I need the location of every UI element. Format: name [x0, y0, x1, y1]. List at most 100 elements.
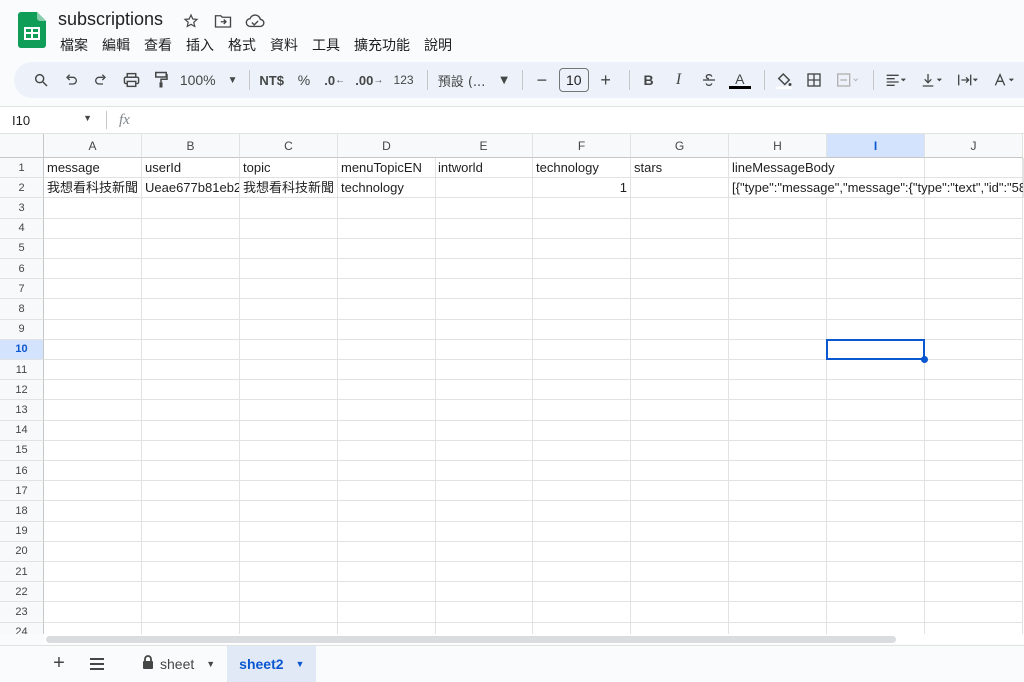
cell-i13[interactable]: [827, 400, 925, 421]
cell-b9[interactable]: [142, 319, 240, 340]
cell-j5[interactable]: [925, 238, 1023, 259]
row-header-19[interactable]: 19: [0, 521, 44, 542]
add-sheet-button[interactable]: +: [46, 651, 72, 677]
menu-file[interactable]: 檔案: [60, 35, 88, 55]
row-header-12[interactable]: 12: [0, 380, 44, 401]
cell-d20[interactable]: [338, 541, 436, 562]
cell-h13[interactable]: [729, 400, 827, 421]
row-header-8[interactable]: 8: [0, 299, 44, 320]
cell-g4[interactable]: [631, 218, 729, 239]
cell-b5[interactable]: [142, 238, 240, 259]
cell-g9[interactable]: [631, 319, 729, 340]
cell-e1[interactable]: intworld: [435, 158, 533, 179]
row-header-17[interactable]: 17: [0, 481, 44, 502]
vertical-align-icon[interactable]: [916, 66, 948, 94]
cell-d18[interactable]: [338, 501, 436, 522]
menu-format[interactable]: 格式: [228, 35, 256, 55]
cell-c17[interactable]: [240, 481, 338, 502]
cell-i21[interactable]: [827, 562, 925, 583]
undo-icon[interactable]: [58, 66, 84, 94]
cell-a6[interactable]: [44, 259, 142, 280]
cell-h15[interactable]: [729, 440, 827, 461]
cell-b11[interactable]: [142, 360, 240, 381]
cell-h9[interactable]: [729, 319, 827, 340]
menu-help[interactable]: 說明: [424, 35, 452, 55]
cell-j9[interactable]: [925, 319, 1023, 340]
cell-j19[interactable]: [925, 521, 1023, 542]
cell-b19[interactable]: [142, 521, 240, 542]
cell-g3[interactable]: [631, 198, 729, 219]
cell-d14[interactable]: [338, 420, 436, 441]
cell-e15[interactable]: [435, 440, 533, 461]
cell-i22[interactable]: [827, 582, 925, 603]
cell-i6[interactable]: [827, 259, 925, 280]
cell-d23[interactable]: [338, 602, 436, 623]
sheet-tab-sheet2[interactable]: sheet2 ▼: [227, 645, 317, 682]
cell-j24[interactable]: [925, 622, 1023, 634]
cell-b20[interactable]: [142, 541, 240, 562]
cell-d15[interactable]: [338, 440, 436, 461]
cell-c5[interactable]: [240, 238, 338, 259]
cell-a11[interactable]: [44, 360, 142, 381]
cell-e11[interactable]: [435, 360, 533, 381]
cell-f17[interactable]: [533, 481, 631, 502]
currency-format-button[interactable]: NT$: [256, 66, 287, 94]
cell-e4[interactable]: [435, 218, 533, 239]
text-rotation-icon[interactable]: [988, 66, 1020, 94]
cell-c8[interactable]: [240, 299, 338, 320]
paint-format-icon[interactable]: [148, 66, 174, 94]
row-header-24[interactable]: 24: [0, 622, 44, 634]
cell-d1[interactable]: menuTopicEN: [338, 158, 436, 179]
cell-e13[interactable]: [435, 400, 533, 421]
increase-decimal-button[interactable]: .00 →: [352, 66, 386, 94]
cell-a15[interactable]: [44, 440, 142, 461]
cell-g5[interactable]: [631, 238, 729, 259]
cell-h17[interactable]: [729, 481, 827, 502]
row-header-9[interactable]: 9: [0, 319, 44, 340]
cell-h6[interactable]: [729, 259, 827, 280]
cell-a4[interactable]: [44, 218, 142, 239]
cell-c21[interactable]: [240, 562, 338, 583]
cell-i18[interactable]: [827, 501, 925, 522]
row-header-16[interactable]: 16: [0, 461, 44, 482]
cell-i11[interactable]: [827, 360, 925, 381]
cell-c19[interactable]: [240, 521, 338, 542]
cell-h5[interactable]: [729, 238, 827, 259]
cell-e8[interactable]: [435, 299, 533, 320]
column-header-a[interactable]: A: [44, 134, 142, 158]
cell-f3[interactable]: [533, 198, 631, 219]
cell-d13[interactable]: [338, 400, 436, 421]
cell-g15[interactable]: [631, 440, 729, 461]
column-header-h[interactable]: H: [729, 134, 827, 158]
cell-j17[interactable]: [925, 481, 1023, 502]
cell-a16[interactable]: [44, 461, 142, 482]
cell-i20[interactable]: [827, 541, 925, 562]
row-header-14[interactable]: 14: [0, 420, 44, 441]
cell-a19[interactable]: [44, 521, 142, 542]
cell-c16[interactable]: [240, 461, 338, 482]
cell-j18[interactable]: [925, 501, 1023, 522]
cell-g21[interactable]: [631, 562, 729, 583]
row-header-13[interactable]: 13: [0, 400, 44, 421]
cell-d4[interactable]: [338, 218, 436, 239]
column-header-j[interactable]: J: [925, 134, 1023, 158]
cell-f18[interactable]: [533, 501, 631, 522]
menu-insert[interactable]: 插入: [186, 35, 214, 55]
cell-j8[interactable]: [925, 299, 1023, 320]
cell-a23[interactable]: [44, 602, 142, 623]
cell-e12[interactable]: [435, 380, 533, 401]
cell-j3[interactable]: [925, 198, 1023, 219]
cell-j20[interactable]: [925, 541, 1023, 562]
document-title[interactable]: subscriptions: [58, 9, 163, 30]
cell-f10[interactable]: [533, 339, 631, 360]
cell-h24[interactable]: [729, 622, 827, 634]
cell-e20[interactable]: [435, 541, 533, 562]
cell-h22[interactable]: [729, 582, 827, 603]
borders-icon[interactable]: [801, 66, 827, 94]
cell-g16[interactable]: [631, 461, 729, 482]
cell-c10[interactable]: [240, 339, 338, 360]
cell-j22[interactable]: [925, 582, 1023, 603]
cell-a14[interactable]: [44, 420, 142, 441]
row-header-5[interactable]: 5: [0, 238, 44, 259]
cell-c23[interactable]: [240, 602, 338, 623]
